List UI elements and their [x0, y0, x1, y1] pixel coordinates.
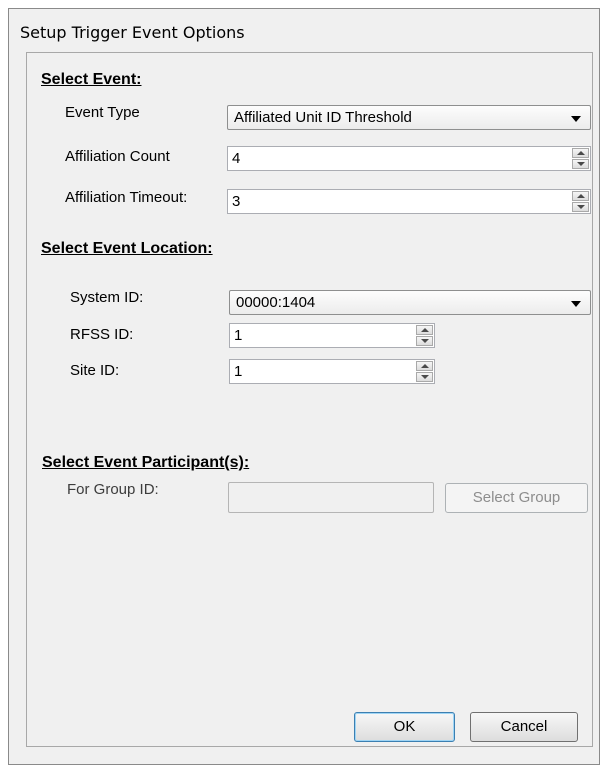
group-id-label: For Group ID:: [67, 481, 159, 498]
affiliation-count-label: Affiliation Count: [65, 148, 170, 165]
spinner-buttons: [572, 148, 589, 169]
site-id-stepper[interactable]: 1: [229, 359, 435, 384]
system-id-label: System ID:: [70, 289, 144, 306]
affiliation-count-stepper[interactable]: 4: [227, 146, 591, 171]
spin-up-icon[interactable]: [416, 361, 433, 371]
options-panel: Select Event: Event Type Affiliated Unit…: [26, 52, 593, 747]
affiliation-timeout-label: Affiliation Timeout:: [65, 189, 188, 206]
rfss-id-label: RFSS ID:: [70, 326, 134, 343]
system-id-value: 00000:1404: [236, 294, 316, 311]
spin-down-icon[interactable]: [572, 202, 589, 212]
select-event-heading: Select Event:: [41, 71, 142, 88]
select-event-location-heading: Select Event Location:: [41, 240, 213, 257]
affiliation-timeout-value: 3: [232, 193, 241, 210]
rfss-id-value: 1: [234, 327, 243, 344]
event-type-value: Affiliated Unit ID Threshold: [234, 109, 412, 126]
dialog-window: Setup Trigger Event Options Select Event…: [8, 8, 600, 765]
rfss-id-stepper[interactable]: 1: [229, 323, 435, 348]
event-type-dropdown[interactable]: Affiliated Unit ID Threshold: [227, 105, 591, 130]
spinner-buttons: [572, 191, 589, 212]
spinner-buttons: [416, 361, 433, 382]
event-type-label: Event Type: [65, 104, 140, 121]
title-bar[interactable]: Setup Trigger Event Options: [9, 9, 599, 55]
chevron-down-icon: [571, 301, 581, 307]
chevron-down-icon: [571, 116, 581, 122]
spin-down-icon[interactable]: [416, 372, 433, 382]
site-id-label: Site ID:: [70, 362, 120, 379]
dialog-title: Setup Trigger Event Options: [20, 23, 245, 42]
spin-down-icon[interactable]: [572, 159, 589, 169]
spin-down-icon[interactable]: [416, 336, 433, 346]
select-group-button[interactable]: Select Group: [445, 483, 588, 513]
select-event-participants-heading: Select Event Participant(s):: [42, 454, 250, 471]
affiliation-count-value: 4: [232, 150, 241, 167]
system-id-dropdown[interactable]: 00000:1404: [229, 290, 591, 315]
group-id-field[interactable]: [228, 482, 434, 513]
cancel-button[interactable]: Cancel: [470, 712, 578, 742]
spin-up-icon[interactable]: [416, 325, 433, 335]
affiliation-timeout-stepper[interactable]: 3: [227, 189, 591, 214]
ok-button[interactable]: OK: [354, 712, 455, 742]
spinner-buttons: [416, 325, 433, 346]
site-id-value: 1: [234, 363, 243, 380]
spin-up-icon[interactable]: [572, 148, 589, 158]
spin-up-icon[interactable]: [572, 191, 589, 201]
